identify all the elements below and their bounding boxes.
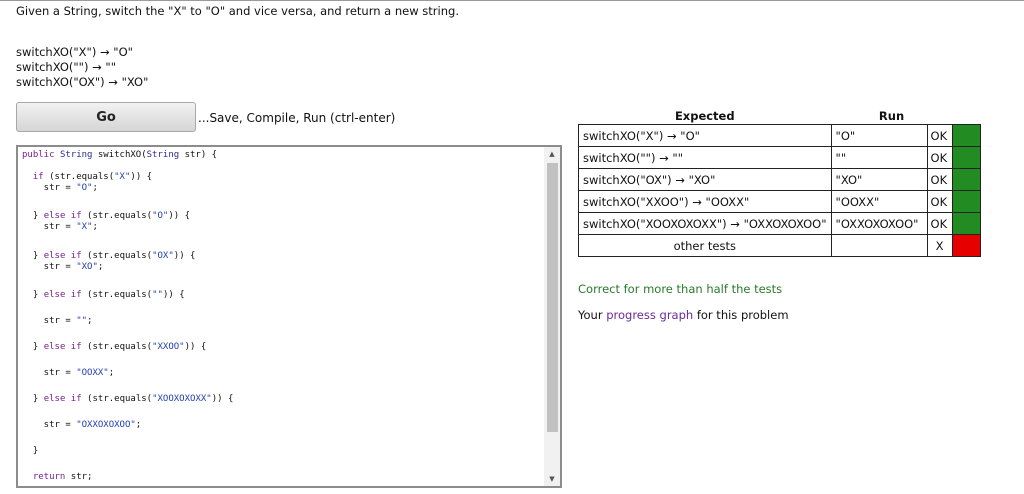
pass-indicator: [951, 124, 981, 147]
code-line: str = "";: [22, 316, 93, 326]
status-cell: OK: [926, 168, 953, 191]
run-cell: "OXXOXOXOO": [830, 212, 928, 235]
progress-prefix: Your: [578, 308, 607, 322]
other-tests-cell: other tests: [578, 234, 832, 257]
progress-suffix: for this problem: [693, 308, 789, 322]
scroll-thumb[interactable]: [547, 163, 558, 432]
code-line: public String switchXO(String str) {: [22, 150, 218, 160]
expected-cell: switchXO("X") → "O": [578, 124, 832, 147]
scroll-down-arrow-icon[interactable]: ▼: [544, 472, 560, 486]
code-text-area[interactable]: public String switchXO(String str) { if …: [18, 147, 544, 486]
top-divider: [0, 0, 1024, 1]
results-table: Expected Run switchXO("X") → "O" "O" OK swi…: [578, 108, 981, 257]
code-editor[interactable]: public String switchXO(String str) { if …: [16, 145, 562, 488]
result-row: switchXO("") → "" "" OK: [578, 146, 981, 169]
result-row: switchXO("XOOXOXOXX") → "OXXOXOXOO" "OXXO…: [578, 212, 981, 235]
progress-graph-link[interactable]: progress graph: [606, 308, 693, 322]
status-cell: OK: [926, 146, 953, 169]
code-line: return str;: [32, 472, 93, 482]
pass-indicator: [951, 212, 981, 235]
examples-list: switchXO("X") → "O" switchXO("") → "" sw…: [16, 45, 148, 90]
pass-indicator: [951, 190, 981, 213]
expected-cell: switchXO("XOOXOXOXX") → "OXXOXOXOO": [578, 212, 832, 235]
result-row: switchXO("OX") → "XO" "XO" OK: [578, 168, 981, 191]
progress-note: Your progress graph for this problem: [578, 308, 789, 322]
go-hint: ...Save, Compile, Run (ctrl-enter): [198, 111, 396, 125]
problem-description: Given a String, switch the "X" to "O" an…: [16, 4, 459, 18]
code-line: if (str.equals("X")) {: [32, 172, 153, 182]
code-line: } else if (str.equals("XXOO")) {: [22, 342, 207, 352]
code-line: } else if (str.equals("O")) {: [22, 211, 191, 221]
code-line: str = "OOXX";: [22, 368, 115, 378]
fail-indicator: [951, 234, 981, 257]
code-line: }: [22, 446, 39, 456]
expected-cell: switchXO("OX") → "XO": [578, 168, 832, 191]
editor-scrollbar[interactable]: ▲ ▼: [544, 147, 560, 486]
run-cell: "OOXX": [830, 190, 928, 213]
status-cell: OK: [926, 124, 953, 147]
code-line: str = "XO";: [22, 262, 104, 272]
pass-indicator: [951, 168, 981, 191]
result-row: switchXO("X") → "O" "O" OK: [578, 124, 981, 147]
run-cell: "O": [830, 124, 928, 147]
run-cell: [830, 234, 928, 257]
run-header: Run: [878, 109, 905, 123]
example-line: switchXO("X") → "O": [16, 45, 133, 59]
code-line: str = "O";: [22, 183, 98, 193]
pass-indicator: [951, 146, 981, 169]
expected-cell: switchXO("") → "": [578, 146, 832, 169]
code-line: str = "X";: [22, 222, 98, 232]
code-line: } else if (str.equals("")) {: [22, 290, 185, 300]
status-cell: X: [926, 234, 953, 257]
result-summary: Correct for more than half the tests: [578, 282, 783, 296]
expected-cell: switchXO("XXOO") → "OOXX": [578, 190, 832, 213]
code-line: } else if (str.equals("OX")) {: [22, 251, 196, 261]
run-cell: "XO": [830, 168, 928, 191]
example-line: switchXO("OX") → "XO": [16, 75, 149, 89]
scroll-up-arrow-icon[interactable]: ▲: [544, 147, 560, 161]
expected-header: Expected: [674, 109, 735, 123]
status-cell: OK: [926, 212, 953, 235]
go-button[interactable]: Go: [16, 102, 196, 132]
example-line: switchXO("") → "": [16, 60, 116, 74]
result-row: switchXO("XXOO") → "OOXX" "OOXX" OK: [578, 190, 981, 213]
code-line: str = "OXXOXOXOO";: [22, 420, 142, 430]
status-cell: OK: [926, 190, 953, 213]
code-line: } else if (str.equals("XOOXOXOXX")) {: [22, 394, 234, 404]
run-cell: "": [830, 146, 928, 169]
result-row: other tests X: [578, 234, 981, 257]
